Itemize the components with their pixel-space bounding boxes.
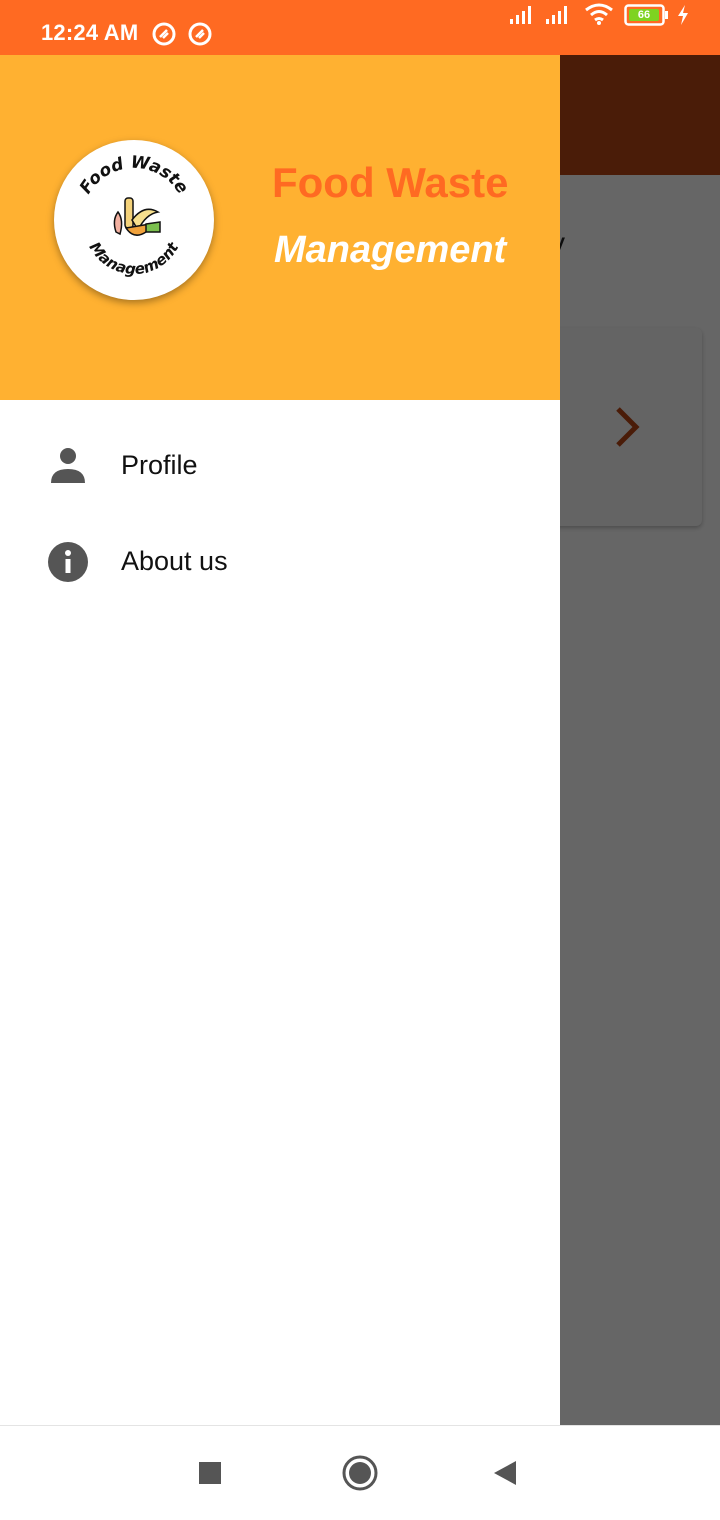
info-icon	[48, 542, 88, 582]
svg-text:Food Waste: Food Waste	[76, 152, 192, 197]
drawer-title: Food Waste	[272, 159, 509, 206]
logo-text-top: Food Waste	[76, 152, 192, 197]
drawer-item-label: Profile	[121, 450, 198, 480]
signal-icon	[510, 6, 531, 24]
app-notification-icon	[152, 22, 176, 46]
svg-text:Management: Management	[86, 239, 183, 279]
app-notification-icon	[188, 22, 212, 46]
charging-icon	[678, 5, 688, 25]
back-button[interactable]	[484, 1451, 528, 1495]
status-time: 12:24 AM	[41, 20, 139, 45]
battery-level: 66	[629, 9, 659, 21]
drawer-item-profile[interactable]: Profile	[0, 417, 560, 513]
navigation-drawer: Food Waste Management Food Waste Managem…	[0, 55, 560, 1425]
drawer-header: Food Waste Management Food Waste Managem…	[0, 55, 560, 400]
recents-button[interactable]	[188, 1451, 232, 1495]
status-bar: 12:24 AM 66	[0, 0, 720, 55]
app-logo: Food Waste Management	[54, 140, 214, 300]
drawer-item-label: About us	[121, 546, 228, 576]
drawer-item-about-us[interactable]: About us	[0, 513, 560, 609]
person-icon	[51, 448, 85, 483]
logo-text-bottom: Management	[86, 239, 183, 279]
home-button[interactable]	[338, 1451, 382, 1495]
wifi-icon	[585, 3, 613, 25]
signal-icon	[546, 6, 567, 24]
system-nav-bar	[0, 1425, 720, 1520]
battery-icon: 66	[624, 4, 670, 26]
drawer-subtitle: Management	[274, 229, 507, 271]
